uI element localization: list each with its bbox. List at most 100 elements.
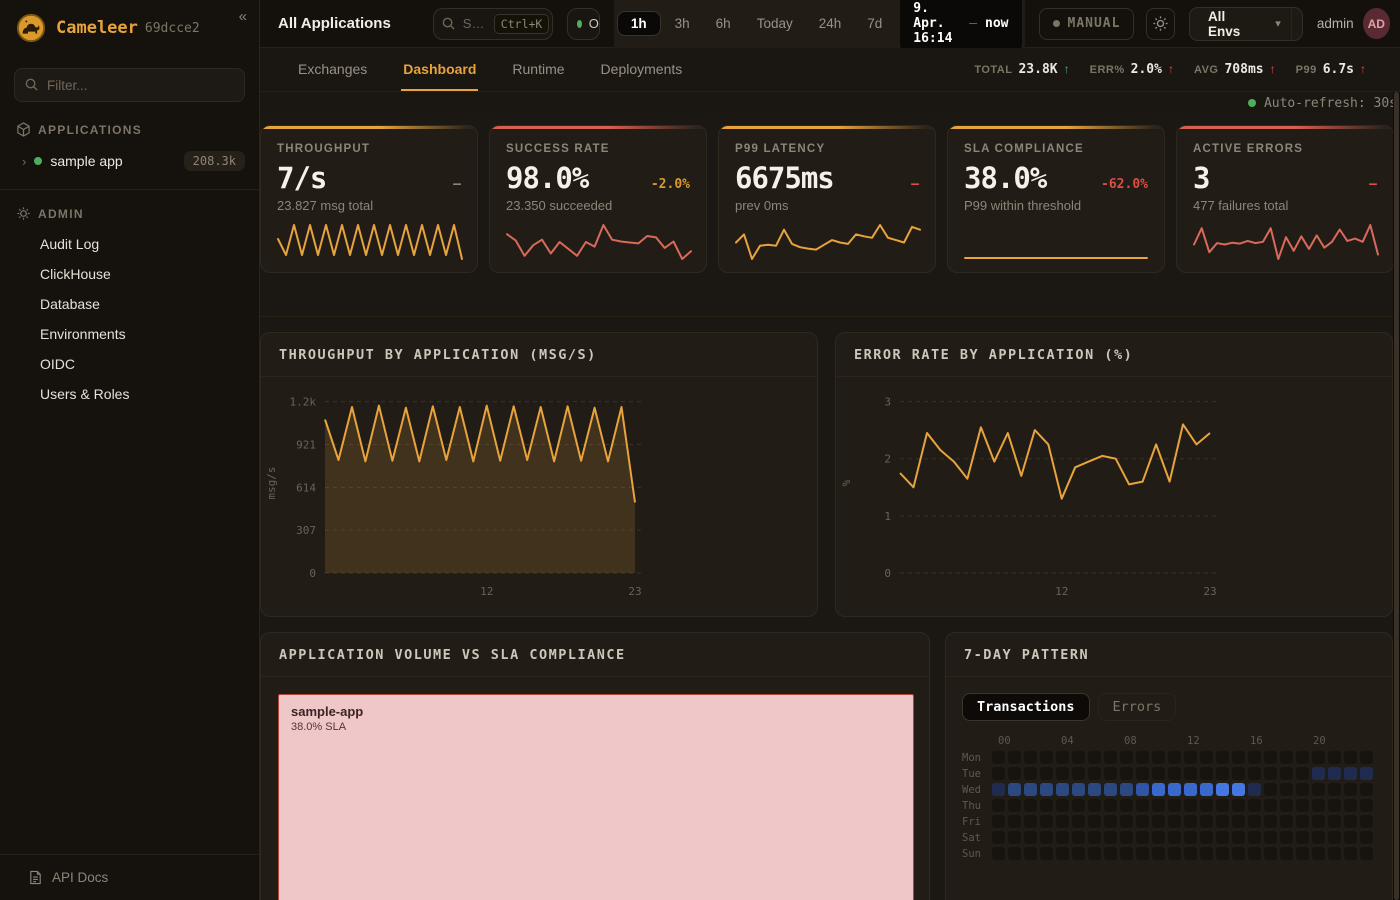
sidebar-collapse-icon[interactable]: « (239, 8, 247, 25)
heatmap-cell[interactable] (1120, 783, 1133, 796)
heatmap-cell[interactable] (1232, 799, 1245, 812)
heatmap-cell[interactable] (1024, 847, 1037, 860)
heatmap-cell[interactable] (1296, 751, 1309, 764)
heatmap-cell[interactable] (1216, 847, 1229, 860)
heatmap-cell[interactable] (1104, 815, 1117, 828)
heatmap-cell[interactable] (1024, 799, 1037, 812)
heatmap-cell[interactable] (1072, 831, 1085, 844)
heatmap-cell[interactable] (1248, 815, 1261, 828)
heatmap-cell[interactable] (1360, 815, 1373, 828)
heatmap-cell[interactable] (1360, 799, 1373, 812)
heatmap-cell[interactable] (1056, 767, 1069, 780)
search-box[interactable]: Ctrl+K (433, 8, 553, 40)
scrollbar-thumb[interactable] (1394, 92, 1399, 900)
heatmap-cell[interactable] (1056, 815, 1069, 828)
heatmap-cell[interactable] (1296, 847, 1309, 860)
tab-exchanges[interactable]: Exchanges (296, 48, 369, 91)
api-docs-link[interactable]: API Docs (0, 854, 259, 900)
heatmap-cell[interactable] (1280, 767, 1293, 780)
heatmap-cell[interactable] (1296, 783, 1309, 796)
heatmap-cell[interactable] (1120, 799, 1133, 812)
heatmap-cell[interactable] (992, 847, 1005, 860)
heatmap-cell[interactable] (1344, 815, 1357, 828)
heatmap-cell[interactable] (1056, 831, 1069, 844)
heatmap-cell[interactable] (1168, 751, 1181, 764)
search-input[interactable] (463, 16, 487, 31)
heatmap-cell[interactable] (1344, 767, 1357, 780)
heatmap-cell[interactable] (1152, 783, 1165, 796)
sidebar-item-audit-log[interactable]: Audit Log (0, 229, 259, 259)
heatmap-cell[interactable] (1312, 751, 1325, 764)
heatmap-cell[interactable] (1232, 767, 1245, 780)
heatmap-cell[interactable] (1120, 767, 1133, 780)
heatmap-cell[interactable] (1072, 815, 1085, 828)
heatmap-cell[interactable] (1072, 767, 1085, 780)
heatmap-cell[interactable] (1056, 799, 1069, 812)
heatmap-cell[interactable] (1232, 783, 1245, 796)
filter-input[interactable] (14, 68, 245, 102)
range-6h[interactable]: 6h (704, 11, 743, 36)
heatmap-cell[interactable] (1168, 831, 1181, 844)
heatmap-cell[interactable] (1344, 831, 1357, 844)
heatmap-cell[interactable] (1328, 815, 1341, 828)
heatmap-cell[interactable] (1216, 783, 1229, 796)
heatmap-cell[interactable] (1024, 767, 1037, 780)
heatmap-cell[interactable] (1248, 783, 1261, 796)
heatmap-cell[interactable] (1136, 751, 1149, 764)
heatmap-cell[interactable] (1264, 799, 1277, 812)
heatmap-cell[interactable] (1152, 751, 1165, 764)
heatmap-cell[interactable] (1040, 831, 1053, 844)
heatmap-cell[interactable] (1360, 847, 1373, 860)
heatmap-cell[interactable] (1040, 815, 1053, 828)
heatmap-cell[interactable] (1344, 751, 1357, 764)
heatmap-cell[interactable] (1360, 767, 1373, 780)
range-today[interactable]: Today (745, 11, 805, 36)
heatmap-cell[interactable] (1344, 783, 1357, 796)
heatmap-cell[interactable] (1104, 831, 1117, 844)
treemap-tile-sample-app[interactable]: sample-app 38.0% SLA (278, 694, 914, 900)
heatmap-cell[interactable] (1328, 799, 1341, 812)
heatmap-cell[interactable] (1312, 831, 1325, 844)
heatmap-cell[interactable] (1280, 815, 1293, 828)
heatmap-cell[interactable] (1088, 815, 1101, 828)
heatmap-cell[interactable] (1264, 831, 1277, 844)
heatmap-cell[interactable] (1072, 799, 1085, 812)
heatmap-cell[interactable] (1264, 767, 1277, 780)
heatmap-cell[interactable] (1152, 831, 1165, 844)
heatmap-cell[interactable] (1248, 831, 1261, 844)
heatmap-cell[interactable] (1264, 751, 1277, 764)
heatmap-cell[interactable] (1088, 799, 1101, 812)
sidebar-item-environments[interactable]: Environments (0, 319, 259, 349)
heatmap-cell[interactable] (1072, 751, 1085, 764)
heatmap-cell[interactable] (1328, 751, 1341, 764)
heatmap-cell[interactable] (1184, 767, 1197, 780)
heatmap-cell[interactable] (1072, 847, 1085, 860)
heatmap-cell[interactable] (1184, 783, 1197, 796)
heatmap-cell[interactable] (1312, 847, 1325, 860)
heatmap-cell[interactable] (1312, 815, 1325, 828)
env-select-split[interactable] (1291, 8, 1302, 40)
heatmap-cell[interactable] (1152, 767, 1165, 780)
heatmap-cell[interactable] (1200, 751, 1213, 764)
sidebar-item-clickhouse[interactable]: ClickHouse (0, 259, 259, 289)
heatmap-cell[interactable] (1120, 751, 1133, 764)
heatmap-cell[interactable] (1232, 751, 1245, 764)
heatmap-cell[interactable] (1008, 831, 1021, 844)
heatmap-cell[interactable] (1328, 783, 1341, 796)
sidebar-item-users-roles[interactable]: Users & Roles (0, 379, 259, 409)
heatmap-cell[interactable] (1168, 815, 1181, 828)
heatmap-cell[interactable] (1216, 767, 1229, 780)
heatmap-cell[interactable] (1088, 783, 1101, 796)
heatmap-cell[interactable] (992, 751, 1005, 764)
heatmap-cell[interactable] (1136, 847, 1149, 860)
heatmap-cell[interactable] (1360, 831, 1373, 844)
heatmap-cell[interactable] (1200, 815, 1213, 828)
pattern-tab-transactions[interactable]: Transactions (962, 693, 1090, 721)
heatmap-cell[interactable] (1280, 831, 1293, 844)
range-7d[interactable]: 7d (855, 11, 894, 36)
avatar[interactable]: AD (1363, 8, 1390, 39)
heatmap-cell[interactable] (1312, 767, 1325, 780)
heatmap-cell[interactable] (1200, 799, 1213, 812)
heatmap-cell[interactable] (1232, 831, 1245, 844)
sidebar-item-database[interactable]: Database (0, 289, 259, 319)
